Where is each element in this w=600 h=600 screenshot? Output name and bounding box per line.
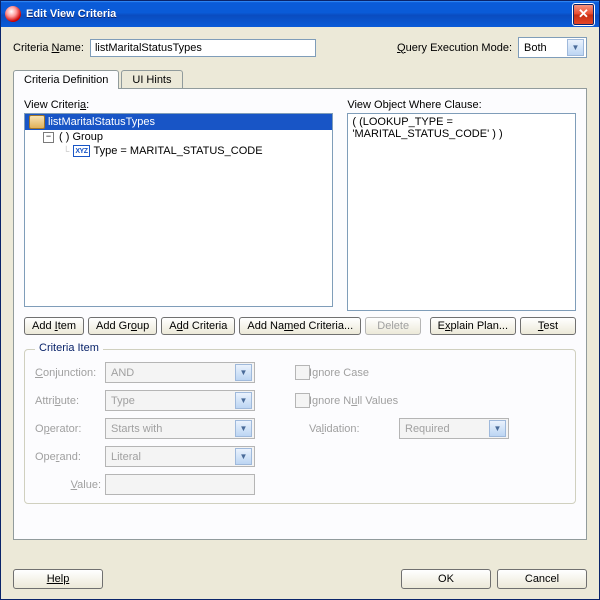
tab-criteria-definition[interactable]: Criteria Definition: [13, 70, 119, 89]
tree-connector: └: [63, 146, 69, 156]
collapse-icon[interactable]: −: [43, 132, 54, 143]
header-row: Criteria Name: Query Execution Mode: Bot…: [13, 37, 587, 58]
validation-select: Required▼: [399, 418, 509, 439]
cancel-button[interactable]: Cancel: [497, 569, 587, 589]
close-button[interactable]: ✕: [572, 3, 595, 26]
attribute-label: Attribute:: [35, 395, 105, 407]
dialog-title: Edit View Criteria: [26, 8, 572, 20]
tree-root-label: listMaritalStatusTypes: [48, 116, 155, 128]
criteria-root-icon: [29, 115, 45, 129]
dialog-buttons: Help OK Cancel: [13, 569, 587, 589]
query-mode-label: Query Execution Mode:: [397, 42, 512, 54]
tree-leaf[interactable]: └ XYZ Type = MARITAL_STATUS_CODE: [25, 144, 332, 158]
where-clause-label: View Object Where Clause:: [347, 99, 576, 111]
criteria-item-form: Conjunction: AND▼ Ignore Case Attribute:…: [35, 362, 565, 495]
query-mode-select[interactable]: Both ▼: [518, 37, 587, 58]
chevron-down-icon: ▼: [567, 39, 584, 56]
value-label: Value:: [35, 479, 105, 491]
criteria-columns: View Criteria: listMaritalStatusTypes − …: [24, 99, 576, 311]
view-criteria-col: View Criteria: listMaritalStatusTypes − …: [24, 99, 333, 311]
ignore-null-label: Ignore Null Values: [309, 395, 509, 407]
view-criteria-tree[interactable]: listMaritalStatusTypes − ( ) Group └ XYZ…: [24, 113, 333, 307]
operator-select: Starts with▼: [105, 418, 255, 439]
tree-group[interactable]: − ( ) Group: [25, 130, 332, 144]
test-button[interactable]: Test: [520, 317, 576, 335]
where-clause-text[interactable]: ( (LOOKUP_TYPE = 'MARITAL_STATUS_CODE' )…: [347, 113, 576, 311]
add-named-criteria-button[interactable]: Add Named Criteria...: [239, 317, 361, 335]
criteria-buttons-row: Add Item Add Group Add Criteria Add Name…: [24, 317, 576, 335]
xyz-icon: XYZ: [73, 145, 89, 157]
dialog-body: Criteria Name: Query Execution Mode: Bot…: [1, 27, 599, 599]
app-icon: [5, 6, 21, 22]
ignore-null-checkbox: [295, 393, 310, 408]
delete-button: Delete: [365, 317, 421, 335]
validation-label: Validation:: [309, 423, 399, 435]
add-criteria-button[interactable]: Add Criteria: [161, 317, 235, 335]
where-clause-col: View Object Where Clause: ( (LOOKUP_TYPE…: [347, 99, 576, 311]
criteria-name-input[interactable]: [90, 39, 316, 57]
operator-label: Operator:: [35, 423, 105, 435]
chevron-down-icon: ▼: [489, 420, 506, 437]
tree-group-label: ( ) Group: [59, 131, 103, 143]
ignore-case-label: Ignore Case: [309, 367, 509, 379]
attribute-select: Type▼: [105, 390, 255, 411]
criteria-item-legend: Criteria Item: [35, 342, 103, 354]
chevron-down-icon: ▼: [235, 392, 252, 409]
chevron-down-icon: ▼: [235, 420, 252, 437]
value-input: [105, 474, 255, 495]
view-criteria-label: View Criteria:: [24, 99, 333, 111]
titlebar[interactable]: Edit View Criteria ✕: [1, 1, 599, 27]
tab-panel: View Criteria: listMaritalStatusTypes − …: [13, 88, 587, 540]
explain-plan-button[interactable]: Explain Plan...: [430, 317, 516, 335]
operand-select: Literal▼: [105, 446, 255, 467]
chevron-down-icon: ▼: [235, 364, 252, 381]
ok-button[interactable]: OK: [401, 569, 491, 589]
add-item-button[interactable]: Add Item: [24, 317, 84, 335]
criteria-item-group: Criteria Item Conjunction: AND▼ Ignore C…: [24, 349, 576, 504]
query-mode-value: Both: [524, 42, 547, 54]
tree-leaf-label: Type = MARITAL_STATUS_CODE: [94, 145, 263, 157]
chevron-down-icon: ▼: [235, 448, 252, 465]
dialog-window: Edit View Criteria ✕ Criteria Name: Quer…: [0, 0, 600, 600]
tree-root[interactable]: listMaritalStatusTypes: [25, 114, 332, 130]
conjunction-label: Conjunction:: [35, 367, 105, 379]
operand-label: Operand:: [35, 451, 105, 463]
add-group-button[interactable]: Add Group: [88, 317, 157, 335]
conjunction-select: AND▼: [105, 362, 255, 383]
ignore-case-checkbox: [295, 365, 310, 380]
help-button[interactable]: Help: [13, 569, 103, 589]
criteria-name-label: Criteria Name:: [13, 42, 84, 54]
tab-bar: Criteria Definition UI Hints: [13, 66, 587, 88]
tab-ui-hints[interactable]: UI Hints: [121, 70, 182, 89]
